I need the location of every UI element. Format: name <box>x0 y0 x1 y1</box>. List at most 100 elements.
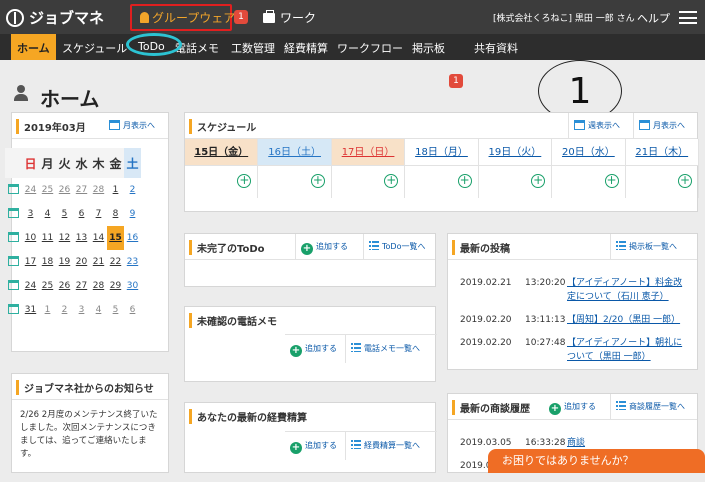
week-calendar-icon[interactable] <box>8 255 19 266</box>
calendar-day[interactable]: 6 <box>73 202 90 226</box>
todo-add-button[interactable]: + 追加する <box>295 234 363 260</box>
help-link[interactable]: ヘルプ <box>637 10 670 26</box>
nav-workflow[interactable]: ワークフロー <box>337 40 403 56</box>
app-logo[interactable]: ジョブマネ <box>6 7 104 28</box>
add-schedule-icon[interactable]: + <box>677 174 692 188</box>
calendar-day[interactable]: 1 <box>39 298 56 322</box>
calendar-day[interactable]: 30 <box>124 274 141 298</box>
calendar-day[interactable]: 3 <box>73 298 90 322</box>
expense-list-link[interactable]: 経費精算一覧へ <box>345 432 437 460</box>
calendar-day[interactable]: 11 <box>39 226 56 250</box>
calendar-day[interactable]: 8 <box>107 202 124 226</box>
list-icon <box>351 440 361 449</box>
user-info[interactable]: [株式会社くろねこ] 黒田 一郎 さん <box>493 11 635 24</box>
expense-add-button[interactable]: + 追加する <box>285 432 345 460</box>
calendar-day[interactable]: 12 <box>56 226 73 250</box>
schedule-day-header[interactable]: 15日（金） <box>185 139 258 166</box>
groupware-menu[interactable]: グループウェア <box>140 9 235 26</box>
calendar-day[interactable]: 1 <box>107 178 124 202</box>
schedule-day-header[interactable]: 16日（土） <box>258 139 331 166</box>
calendar-day[interactable]: 2 <box>124 178 141 202</box>
calendar-day[interactable]: 5 <box>107 298 124 322</box>
week-calendar-icon[interactable] <box>8 207 19 218</box>
nav-schedule[interactable]: スケジュール <box>62 40 127 56</box>
calendar-day[interactable]: 26 <box>56 178 73 202</box>
calendar-day[interactable]: 26 <box>56 274 73 298</box>
calendar-day[interactable]: 4 <box>39 202 56 226</box>
help-chat-button[interactable]: お困りではありませんか？ <box>488 449 705 473</box>
nav-bulletin[interactable]: 掲示板 <box>412 40 445 56</box>
negotiation-add-button[interactable]: + 追加する <box>544 394 610 420</box>
schedule-day-header[interactable]: 19日（火） <box>478 139 552 166</box>
calendar-day[interactable]: 2 <box>56 298 73 322</box>
add-schedule-icon[interactable]: + <box>384 174 399 188</box>
calendar-month-view-link[interactable]: 月表示へ <box>104 113 155 139</box>
calendar-day[interactable]: 17 <box>22 250 39 274</box>
top-bar: ジョブマネ グループウェア 1 ワーク [株式会社くろねこ] 黒田 一郎 さん … <box>0 0 705 34</box>
calendar-day[interactable]: 3 <box>22 202 39 226</box>
calendar-day[interactable]: 27 <box>73 178 90 202</box>
nav-man-hours[interactable]: 工数管理 <box>231 40 275 56</box>
nav-expense[interactable]: 経費精算 <box>284 40 328 56</box>
calendar-day[interactable]: 18 <box>39 250 56 274</box>
week-calendar-icon[interactable] <box>8 279 19 290</box>
week-calendar-icon[interactable] <box>8 183 19 194</box>
calendar-day[interactable]: 10 <box>22 226 39 250</box>
item-link[interactable]: 【周知】2/20（黒田 一郎） <box>567 313 685 327</box>
schedule-day-header[interactable]: 20日（水） <box>552 139 625 166</box>
calendar-day[interactable]: 13 <box>73 226 90 250</box>
app-name: ジョブマネ <box>29 9 105 27</box>
calendar-day[interactable]: 16 <box>124 226 141 250</box>
add-schedule-icon[interactable]: + <box>531 174 546 188</box>
calendar-day[interactable]: 22 <box>107 250 124 274</box>
nav-shared-docs[interactable]: 共有資料 <box>474 40 518 56</box>
calendar-day[interactable]: 28 <box>90 178 107 202</box>
calendar-day[interactable]: 19 <box>56 250 73 274</box>
week-calendar-icon[interactable] <box>8 303 19 314</box>
add-schedule-icon[interactable]: + <box>457 174 472 188</box>
calendar-day[interactable]: 4 <box>90 298 107 322</box>
calendar-day[interactable]: 31 <box>22 298 39 322</box>
add-schedule-icon[interactable]: + <box>310 174 325 188</box>
schedule-day-header[interactable]: 18日（月） <box>405 139 478 166</box>
item-link[interactable]: 商談 <box>567 436 685 450</box>
calendar-day[interactable]: 29 <box>107 274 124 298</box>
schedule-day-header[interactable]: 21日（木） <box>625 139 698 166</box>
item-link[interactable]: 【アイディアノート】料金改定について（石川 恵子） <box>567 276 685 304</box>
calendar-day[interactable]: 27 <box>73 274 90 298</box>
plus-icon: + <box>290 442 302 454</box>
calendar-day[interactable]: 24 <box>22 178 39 202</box>
calendar-day[interactable]: 5 <box>56 202 73 226</box>
calendar-day[interactable]: 15 <box>107 226 124 250</box>
week-view-link[interactable]: 週表示へ <box>568 113 633 139</box>
bulletin-list-link[interactable]: 掲示板一覧へ <box>610 234 699 260</box>
add-schedule-icon[interactable]: + <box>604 174 619 188</box>
calendar-day[interactable]: 25 <box>39 178 56 202</box>
weekday-header: 日 <box>22 148 39 178</box>
week-calendar-icon[interactable] <box>8 231 19 242</box>
calendar-day[interactable]: 21 <box>90 250 107 274</box>
calendar-day[interactable]: 7 <box>90 202 107 226</box>
hamburger-menu-icon[interactable] <box>679 11 697 24</box>
phone-memo-list-link[interactable]: 電話メモ一覧へ <box>345 335 437 363</box>
work-menu[interactable]: ワーク <box>263 9 316 26</box>
calendar-day[interactable]: 23 <box>124 250 141 274</box>
calendar-day[interactable]: 9 <box>124 202 141 226</box>
calendar-day[interactable]: 28 <box>90 274 107 298</box>
negotiation-list-link[interactable]: 商談履歴一覧へ <box>610 394 699 420</box>
phone-memo-add-button[interactable]: + 追加する <box>285 335 345 363</box>
calendar-day[interactable]: 24 <box>22 274 39 298</box>
month-view-link[interactable]: 月表示へ <box>633 113 699 139</box>
calendar-day[interactable]: 6 <box>124 298 141 322</box>
list-icon <box>616 401 626 410</box>
calendar-day[interactable]: 25 <box>39 274 56 298</box>
add-schedule-icon[interactable]: + <box>237 174 252 188</box>
item-link[interactable]: 【アイディアノート】朝礼について（黒田 一郎） <box>567 336 685 364</box>
briefcase-icon <box>263 10 275 23</box>
calendar-day[interactable]: 20 <box>73 250 90 274</box>
todo-list-link[interactable]: ToDo一覧へ <box>363 234 437 260</box>
work-label: ワーク <box>280 11 317 25</box>
schedule-day-header[interactable]: 17日（日） <box>331 139 405 166</box>
nav-home[interactable]: ホーム <box>11 34 56 60</box>
calendar-day[interactable]: 14 <box>90 226 107 250</box>
